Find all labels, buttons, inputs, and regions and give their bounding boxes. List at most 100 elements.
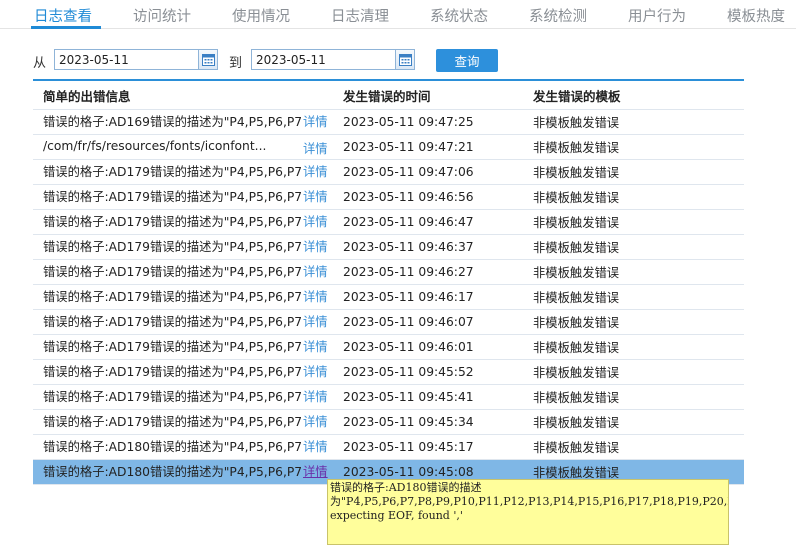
error-time-cell: 2023-05-11 09:46:01 <box>343 340 474 354</box>
error-time-cell: 2023-05-11 09:45:52 <box>343 365 474 379</box>
to-label: 到 <box>229 56 243 71</box>
detail-link[interactable]: 详情 <box>303 412 328 430</box>
header-error-time: 发生错误的时间 <box>343 88 431 104</box>
table-row[interactable]: 错误的格子:AD179错误的描述为"P4,P5,P6,P7,... 详情 2023-… <box>33 385 744 410</box>
error-message-cell: 错误的格子:AD179错误的描述为"P4,P5,P6,P7,... 详情 <box>33 187 333 208</box>
error-template-cell: 非模板触发错误 <box>533 291 620 305</box>
error-message-cell: 错误的格子:AD179错误的描述为"P4,P5,P6,P7,... 详情 <box>33 212 333 233</box>
error-template-cell: 非模板触发错误 <box>533 416 620 430</box>
detail-link[interactable]: 详情 <box>303 139 328 156</box>
header-error-message: 简单的出错信息 <box>43 88 131 104</box>
error-message-text: 错误的格子:AD179错误的描述为"P4,P5,P6,P7,... <box>43 314 301 329</box>
error-time-cell: 2023-05-11 09:45:08 <box>343 465 474 479</box>
error-message-cell: 错误的格子:AD179错误的描述为"P4,P5,P6,P7,... 详情 <box>33 287 333 308</box>
table-row[interactable]: 错误的格子:AD179错误的描述为"P4,P5,P6,P7,... 详情 2023-… <box>33 160 744 185</box>
table-row[interactable]: 错误的格子:AD179错误的描述为"P4,P5,P6,P7,... 详情 2023-… <box>33 185 744 210</box>
error-template-cell: 非模板触发错误 <box>533 191 620 205</box>
detail-link[interactable]: 详情 <box>303 337 328 355</box>
table-row[interactable]: 错误的格子:AD179错误的描述为"P4,P5,P6,P7,... 详情 2023-… <box>33 210 744 235</box>
tab-access-stats[interactable]: 访问统计 <box>133 5 191 26</box>
detail-link[interactable]: 详情 <box>303 237 328 255</box>
error-time-cell: 2023-05-11 09:46:07 <box>343 315 474 329</box>
error-time-cell: 2023-05-11 09:46:47 <box>343 215 474 229</box>
calendar-icon <box>398 54 412 66</box>
error-message-cell: /com/fr/fs/resources/fonts/iconfont... 详情 <box>33 139 333 156</box>
error-template-cell: 非模板触发错误 <box>533 241 620 255</box>
error-message-text: 错误的格子:AD179错误的描述为"P4,P5,P6,P7,... <box>43 364 301 379</box>
error-time-cell: 2023-05-11 09:46:56 <box>343 190 474 204</box>
error-message-text: 错误的格子:AD179错误的描述为"P4,P5,P6,P7,... <box>43 239 301 254</box>
table-row[interactable]: 错误的格子:AD179错误的描述为"P4,P5,P6,P7,... 详情 2023-… <box>33 260 744 285</box>
error-message-text: /com/fr/fs/resources/fonts/iconfont... <box>43 138 267 153</box>
error-time-cell: 2023-05-11 09:46:17 <box>343 290 474 304</box>
detail-link[interactable]: 详情 <box>303 362 328 380</box>
table-row[interactable]: 错误的格子:AD180错误的描述为"P4,P5,P6,P7,... 详情 2023-… <box>33 435 744 460</box>
error-template-cell: 非模板触发错误 <box>533 441 620 455</box>
table-row[interactable]: 错误的格子:AD169错误的描述为"P4,P5,P6,P7,... 详情 2023-… <box>33 110 744 135</box>
to-calendar-button[interactable] <box>395 50 414 69</box>
error-template-cell: 非模板触发错误 <box>533 266 620 280</box>
table-row[interactable]: 错误的格子:AD179错误的描述为"P4,P5,P6,P7,... 详情 2023-… <box>33 235 744 260</box>
table-row[interactable]: 错误的格子:AD179错误的描述为"P4,P5,P6,P7,... 详情 2023-… <box>33 310 744 335</box>
detail-link[interactable]: 详情 <box>303 187 328 205</box>
table-row[interactable]: 错误的格子:AD179错误的描述为"P4,P5,P6,P7,... 详情 2023-… <box>33 335 744 360</box>
detail-link[interactable]: 详情 <box>303 212 328 230</box>
error-message-cell: 错误的格子:AD179错误的描述为"P4,P5,P6,P7,... 详情 <box>33 337 333 358</box>
error-template-cell: 非模板触发错误 <box>533 216 620 230</box>
query-button[interactable]: 查询 <box>436 49 498 72</box>
error-message-text: 错误的格子:AD180错误的描述为"P4,P5,P6,P7,... <box>43 439 301 454</box>
table-row[interactable]: 错误的格子:AD179错误的描述为"P4,P5,P6,P7,... 详情 2023-… <box>33 285 744 310</box>
detail-link[interactable]: 详情 <box>303 287 328 305</box>
detail-link[interactable]: 详情 <box>303 112 328 130</box>
error-message-text: 错误的格子:AD179错误的描述为"P4,P5,P6,P7,... <box>43 189 301 204</box>
tab-log-cleanup[interactable]: 日志清理 <box>331 5 389 26</box>
tab-usage[interactable]: 使用情况 <box>232 5 290 26</box>
from-date-input[interactable] <box>55 50 198 69</box>
tab-system-check[interactable]: 系统检测 <box>529 5 587 26</box>
table-body: 错误的格子:AD169错误的描述为"P4,P5,P6,P7,... 详情 2023-… <box>33 110 744 485</box>
error-time-cell: 2023-05-11 09:45:34 <box>343 415 474 429</box>
to-date-input[interactable] <box>252 50 395 69</box>
tab-log-view[interactable]: 日志查看 <box>34 5 92 26</box>
tab-user-behavior[interactable]: 用户行为 <box>628 5 686 26</box>
error-message-cell: 错误的格子:AD179错误的描述为"P4,P5,P6,P7,... 详情 <box>33 362 333 383</box>
detail-link[interactable]: 详情 <box>303 387 328 405</box>
error-message-cell: 错误的格子:AD180错误的描述为"P4,P5,P6,P7,... 详情 <box>33 437 333 458</box>
from-date-field <box>54 49 218 70</box>
error-message-cell: 错误的格子:AD179错误的描述为"P4,P5,P6,P7,... 详情 <box>33 312 333 333</box>
error-template-cell: 非模板触发错误 <box>533 341 620 355</box>
error-detail-tooltip: 错误的格子:AD180错误的描述 为"P4,P5,P6,P7,P8,P9,P10… <box>327 479 729 545</box>
error-time-cell: 2023-05-11 09:46:37 <box>343 240 474 254</box>
from-calendar-button[interactable] <box>198 50 217 69</box>
error-template-cell: 非模板触发错误 <box>533 116 620 130</box>
error-template-cell: 非模板触发错误 <box>533 391 620 405</box>
error-message-cell: 错误的格子:AD179错误的描述为"P4,P5,P6,P7,... 详情 <box>33 237 333 258</box>
error-template-cell: 非模板触发错误 <box>533 166 620 180</box>
table-row[interactable]: /com/fr/fs/resources/fonts/iconfont... 详情… <box>33 135 744 160</box>
error-message-text: 错误的格子:AD180错误的描述为"P4,P5,P6,P7,... <box>43 464 301 479</box>
from-label: 从 <box>33 56 47 71</box>
tab-template-heat[interactable]: 模板热度 <box>727 5 785 26</box>
to-date-field <box>251 49 415 70</box>
error-message-cell: 错误的格子:AD179错误的描述为"P4,P5,P6,P7,... 详情 <box>33 162 333 183</box>
table-row[interactable]: 错误的格子:AD179错误的描述为"P4,P5,P6,P7,... 详情 2023-… <box>33 360 744 385</box>
tab-system-status[interactable]: 系统状态 <box>430 5 488 26</box>
error-message-cell: 错误的格子:AD169错误的描述为"P4,P5,P6,P7,... 详情 <box>33 112 333 133</box>
tooltip-line-1: 错误的格子:AD180错误的描述 <box>330 481 482 494</box>
error-template-cell: 非模板触发错误 <box>533 316 620 330</box>
error-message-cell: 错误的格子:AD179错误的描述为"P4,P5,P6,P7,... 详情 <box>33 387 333 408</box>
detail-link[interactable]: 详情 <box>303 312 328 330</box>
detail-link[interactable]: 详情 <box>303 462 328 480</box>
error-time-cell: 2023-05-11 09:47:21 <box>343 140 474 154</box>
table-header: 简单的出错信息 发生错误的时间 发生错误的模板 <box>33 81 744 110</box>
error-message-text: 错误的格子:AD179错误的描述为"P4,P5,P6,P7,... <box>43 289 301 304</box>
error-time-cell: 2023-05-11 09:45:17 <box>343 440 474 454</box>
error-message-cell: 错误的格子:AD179错误的描述为"P4,P5,P6,P7,... 详情 <box>33 412 333 433</box>
detail-link[interactable]: 详情 <box>303 262 328 280</box>
error-message-text: 错误的格子:AD179错误的描述为"P4,P5,P6,P7,... <box>43 339 301 354</box>
error-message-text: 错误的格子:AD179错误的描述为"P4,P5,P6,P7,... <box>43 214 301 229</box>
detail-link[interactable]: 详情 <box>303 437 328 455</box>
table-row[interactable]: 错误的格子:AD179错误的描述为"P4,P5,P6,P7,... 详情 2023-… <box>33 410 744 435</box>
tooltip-line-2: 为"P4,P5,P6,P7,P8,P9,P10,P11,P12,P13,P14,… <box>330 495 729 508</box>
detail-link[interactable]: 详情 <box>303 162 328 180</box>
